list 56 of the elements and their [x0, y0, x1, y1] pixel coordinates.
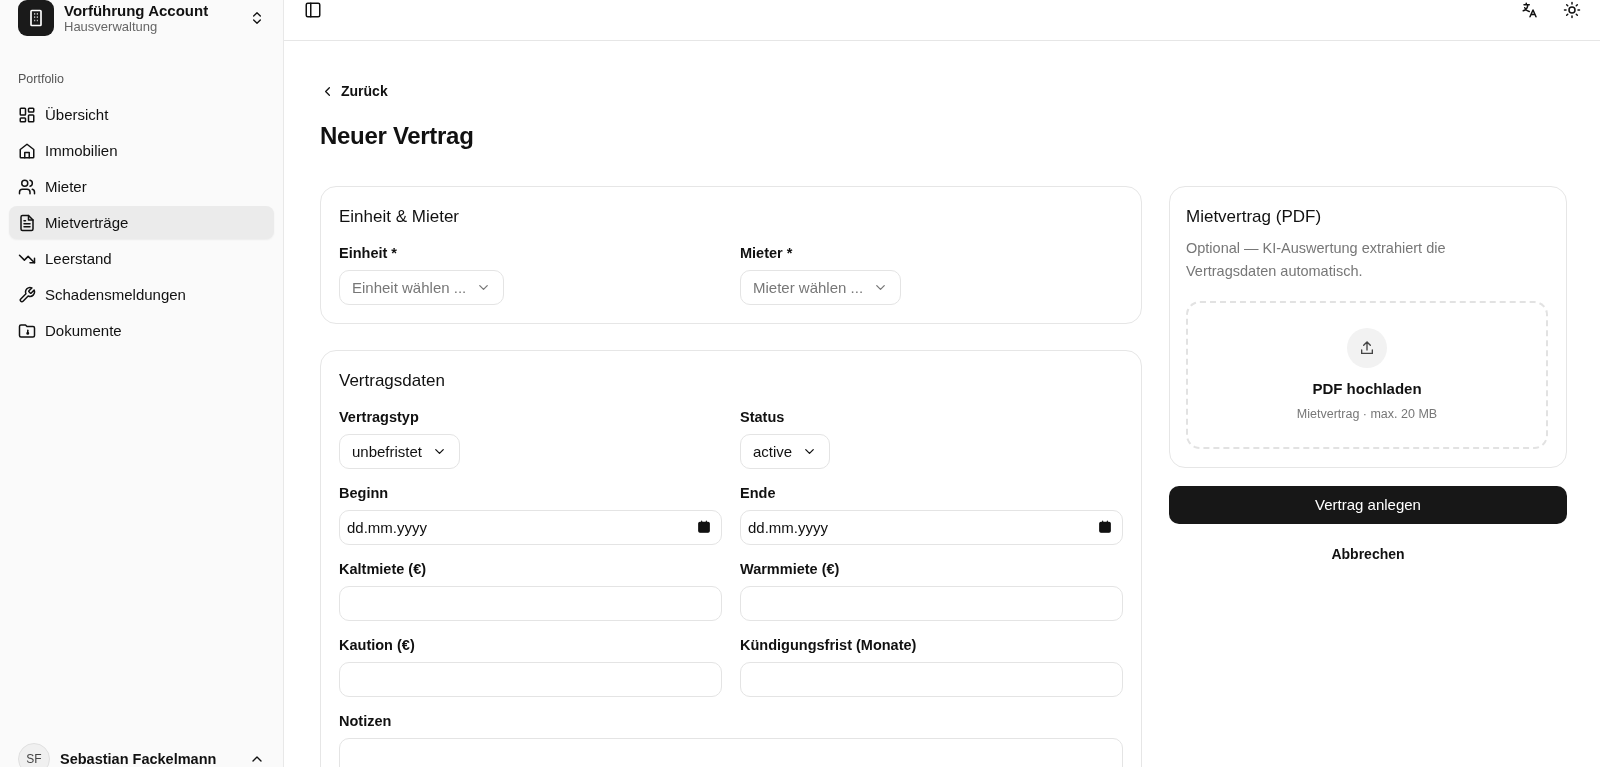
section-label: Portfolio	[17, 72, 65, 86]
sidebar-toggle-icon[interactable]	[304, 1, 322, 19]
cancel-button[interactable]: Abbrechen	[1319, 539, 1417, 568]
sidebar-item[interactable]: Mieter	[9, 170, 274, 203]
field-label: Kündigungsfrist (Monate)	[740, 636, 918, 653]
select-field[interactable]: Mieter wählen ...	[740, 269, 902, 305]
field-label: Mieter *	[740, 244, 794, 261]
house-icon	[18, 141, 36, 160]
select-field[interactable]: Einheit wählen ...	[339, 269, 505, 305]
input-field[interactable]	[339, 661, 722, 697]
sidebar-item[interactable]: Dokumente	[9, 314, 274, 347]
card-title: Mietvertrag (PDF)	[1186, 206, 1323, 227]
dropzone-hint: Mietvertrag · max. 20 MB	[1296, 407, 1438, 421]
document-icon	[18, 213, 36, 232]
input-field[interactable]	[740, 661, 1123, 697]
page-title: Neuer Vertrag	[320, 121, 475, 150]
sidebar-item[interactable]: Schadensmeldungen	[9, 278, 274, 311]
user-name: Sebastian Fackelmann	[60, 751, 218, 767]
card-description: Optional — KI-Auswertung extrahiert die Vertragsdaten automatisch.	[1186, 238, 1447, 281]
card-title: Einheit & Mieter	[339, 206, 460, 227]
field-label: Warmmiete (€)	[740, 560, 841, 577]
field-label: Beginn	[339, 484, 390, 501]
input-field[interactable]	[339, 585, 722, 621]
field-label: Kaution (€)	[339, 636, 416, 653]
date-field[interactable]: dd.mm.yyyy	[339, 509, 722, 545]
field-label: Vertragstyp	[339, 408, 420, 425]
field-label: Einheit *	[339, 244, 398, 261]
sidebar-item[interactable]: Mietverträge	[9, 206, 274, 239]
input-field[interactable]	[740, 585, 1123, 621]
back-link[interactable]: Zurück	[320, 83, 388, 99]
account-name: Vorführung Account	[64, 2, 210, 19]
sidebar-item[interactable]: Immobilien	[9, 134, 274, 167]
card-title: Vertragsdaten	[339, 370, 446, 391]
date-field[interactable]: dd.mm.yyyy	[740, 509, 1123, 545]
upload-dropzone[interactable]: PDF hochladen Mietvertrag · max. 20 MB	[1186, 300, 1548, 449]
translate-icon[interactable]	[1521, 1, 1539, 19]
wrench-icon	[18, 285, 36, 304]
sidebar-item[interactable]: Leerstand	[9, 242, 274, 275]
field-label: Status	[740, 408, 786, 425]
folder-icon	[18, 321, 36, 340]
select-field[interactable]: active	[740, 433, 831, 469]
field-label: Notizen	[339, 712, 393, 729]
upload-icon	[1347, 328, 1387, 368]
create-contract-button[interactable]: Vertrag anlegen	[1169, 485, 1567, 524]
field-label: Kaltmiete (€)	[339, 560, 428, 577]
sun-icon[interactable]	[1563, 1, 1581, 19]
avatar: SF	[18, 743, 50, 767]
calendar-icon	[697, 520, 711, 534]
field-label: Ende	[740, 484, 777, 501]
grid-icon	[18, 105, 36, 124]
select-field[interactable]: unbefristet	[339, 433, 461, 469]
sidebar-item[interactable]: Übersicht	[9, 98, 274, 131]
account-subtitle: Hausverwaltung	[64, 19, 159, 34]
dropzone-title: PDF hochladen	[1312, 380, 1422, 397]
calendar-icon	[1098, 520, 1112, 534]
users-icon	[18, 177, 36, 196]
